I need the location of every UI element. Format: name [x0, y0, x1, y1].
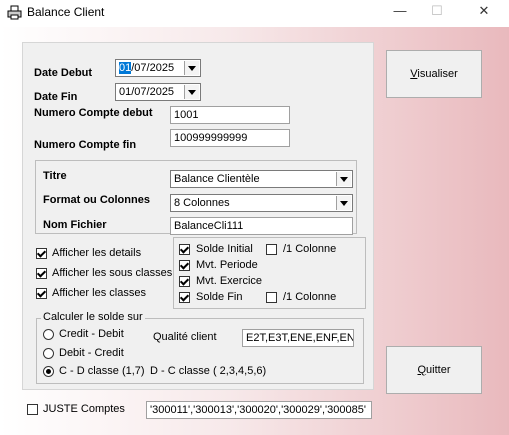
format-select[interactable]: 8 Colonnes: [170, 194, 353, 212]
date-fin-picker[interactable]: 01/07/2025: [115, 83, 201, 101]
window-title: Balance Client: [27, 5, 105, 19]
afficher-details-checkbox[interactable]: [36, 248, 47, 259]
solde-initial-checkbox[interactable]: [179, 244, 190, 255]
date-debut-day-selected: 01: [119, 62, 132, 74]
visualiser-label: isualiser: [417, 68, 458, 80]
date-debut-picker[interactable]: 01/07/2025: [115, 59, 201, 77]
qualite-client-label: Qualité client: [153, 331, 217, 343]
dc-classe-text: D - C classe ( 2,3,4,5,6): [150, 365, 267, 377]
format-label: Format ou Colonnes: [43, 194, 150, 206]
date-fin-value: 01/07/2025: [119, 86, 175, 98]
minimize-button[interactable]: —: [386, 3, 414, 23]
titre-value: Balance Clientèle: [174, 173, 260, 185]
fichier-label: Nom Fichier: [43, 219, 107, 231]
chevron-down-icon[interactable]: [184, 85, 199, 99]
juste-comptes-label: JUSTE Comptes: [43, 403, 125, 415]
afficher-classes-label: Afficher les classes: [52, 287, 146, 299]
fichier-input[interactable]: BalanceCli111: [170, 217, 353, 235]
solde-group-title: Calculer le solde sur: [41, 311, 145, 323]
mvt-exercice-label: Mvt. Exercice: [196, 275, 263, 287]
juste-comptes-checkbox[interactable]: [27, 404, 38, 415]
afficher-sous-classes-label: Afficher les sous classes: [52, 267, 173, 279]
juste-comptes-input[interactable]: '300011','300013','300020','300029','300…: [146, 401, 372, 419]
date-debut-label: Date Debut: [34, 67, 93, 79]
afficher-classes-checkbox[interactable]: [36, 288, 47, 299]
quitter-button[interactable]: Quitter: [386, 346, 482, 394]
printer-icon: [7, 5, 22, 20]
cd-classe-radio[interactable]: [43, 366, 54, 377]
solde-fin-1col-checkbox[interactable]: [266, 292, 277, 303]
solde-initial-label: Solde Initial: [196, 243, 253, 255]
compte-debut-label: Numero Compte debut: [34, 107, 153, 119]
credit-debit-label: Credit - Debit: [59, 328, 124, 340]
title-bar: Balance Client — ☐ ✕: [0, 0, 509, 27]
chevron-down-icon[interactable]: [336, 172, 351, 186]
afficher-sous-classes-checkbox[interactable]: [36, 268, 47, 279]
afficher-details-label: Afficher les details: [52, 247, 142, 259]
maximize-button: ☐: [431, 3, 443, 18]
cd-classe-label: C - D classe (1,7): [59, 365, 145, 377]
debit-credit-radio[interactable]: [43, 348, 54, 359]
visualiser-button[interactable]: Visualiser: [386, 50, 482, 98]
solde-fin-1col-label: /1 Colonne: [283, 291, 337, 303]
date-fin-label: Date Fin: [34, 91, 78, 103]
quitter-label: uitter: [426, 364, 451, 376]
compte-debut-input[interactable]: 1001: [170, 106, 290, 124]
mvt-periode-checkbox[interactable]: [179, 260, 190, 271]
date-debut-rest: /07/2025: [131, 62, 175, 74]
format-value: 8 Colonnes: [174, 197, 230, 209]
chevron-down-icon[interactable]: [184, 61, 199, 75]
quitter-mnemonic: Q: [417, 364, 427, 376]
solde-initial-1col-label: /1 Colonne: [283, 243, 337, 255]
compte-fin-label: Numero Compte fin: [34, 139, 137, 151]
close-button[interactable]: ✕: [470, 3, 498, 23]
main-panel: Date Debut 01/07/2025 Date Fin 01/07/202…: [22, 42, 374, 316]
chevron-down-icon[interactable]: [336, 196, 351, 210]
compte-fin-input[interactable]: 100999999999: [170, 129, 290, 147]
qualite-client-input[interactable]: E2T,E3T,ENE,ENF,EN: [242, 329, 354, 347]
solde-fin-label: Solde Fin: [196, 291, 243, 303]
titre-select[interactable]: Balance Clientèle: [170, 170, 353, 188]
mvt-periode-label: Mvt. Periode: [196, 259, 258, 271]
credit-debit-radio[interactable]: [43, 329, 54, 340]
debit-credit-label: Debit - Credit: [59, 347, 124, 359]
solde-initial-1col-checkbox[interactable]: [266, 244, 277, 255]
mvt-exercice-checkbox[interactable]: [179, 276, 190, 287]
titre-label: Titre: [43, 170, 67, 182]
solde-fin-checkbox[interactable]: [179, 292, 190, 303]
